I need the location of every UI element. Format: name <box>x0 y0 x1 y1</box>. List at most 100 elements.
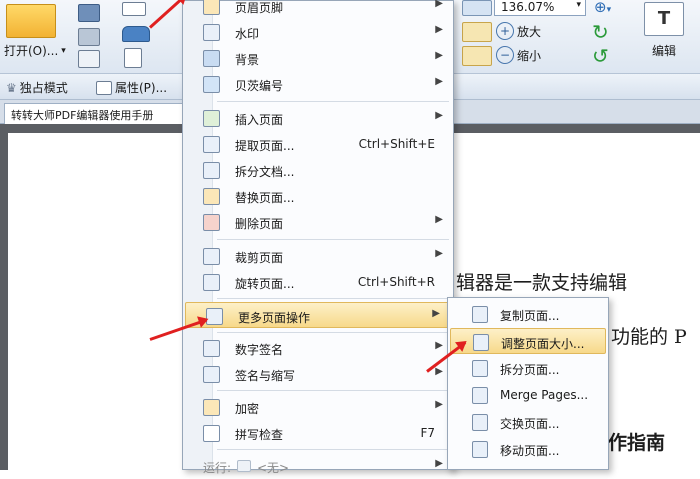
spell-check-icon <box>203 425 220 442</box>
zoom-out-label: 缩小 <box>517 48 542 63</box>
menu-item-label: 数字签名 <box>235 343 284 357</box>
email-icon[interactable] <box>122 2 146 16</box>
menu-item-watermark[interactable]: 水印 ▶ <box>183 19 453 45</box>
submenu-arrow-icon: ▶ <box>435 0 443 9</box>
resize-page-icon <box>473 334 489 351</box>
crown-icon: ♛ <box>6 80 17 95</box>
delete-page-icon <box>203 214 220 231</box>
menu-item-label: 旋转页面... <box>235 277 295 291</box>
rotate-clockwise-icon[interactable]: ↻ <box>592 20 609 44</box>
menu-item-label: 替换页面... <box>235 191 295 205</box>
zoom-out-button[interactable]: − 缩小 <box>496 46 541 64</box>
edit-label: 编辑 <box>652 44 677 58</box>
menu-item-shortcut: Ctrl+Shift+R <box>357 275 435 289</box>
menu-item-background[interactable]: 背景 ▶ <box>183 45 453 71</box>
menu-item-label: 加密 <box>235 402 260 416</box>
properties-icon <box>96 80 112 95</box>
background-icon <box>203 50 220 67</box>
submenu-arrow-icon: ▶ <box>435 458 443 469</box>
menu-item-label: 更多页面操作 <box>238 311 311 325</box>
open-button[interactable]: 打开(O)... ▾ <box>4 42 66 59</box>
menu-separator <box>217 332 449 333</box>
insert-page-icon <box>203 110 220 127</box>
more-page-ops-submenu: 复制页面... 调整页面大小... 拆分页面... Merge Pages...… <box>447 297 609 470</box>
split-page-icon <box>472 360 488 377</box>
menu-item-insert-page[interactable]: 插入页面 ▶ <box>183 105 453 131</box>
zoom-value-field[interactable]: 136.07% ▾ <box>494 0 586 16</box>
menu-item-bates-number[interactable]: 贝茨编号 ▶ <box>183 71 453 97</box>
swap-pages-icon <box>472 414 488 431</box>
rotate-counterclockwise-icon[interactable]: ↺ <box>592 44 609 68</box>
document-heading: 作指南 <box>608 432 666 454</box>
menu-item-rotate-page[interactable]: 旋转页面... Ctrl+Shift+R <box>183 269 453 295</box>
menu-item-label: 插入页面 <box>235 113 284 127</box>
menu-item-sign-initials[interactable]: 签名与缩写 ▶ <box>183 361 453 387</box>
new-document-icon[interactable] <box>78 50 100 68</box>
submenu-item-move-page[interactable]: 移动页面... <box>448 436 608 462</box>
menu-item-label: 背景 <box>235 53 260 67</box>
menu-item-label: 拆分文档... <box>235 165 295 179</box>
rotate-page-icon <box>203 274 220 291</box>
sign-initials-icon <box>203 366 220 383</box>
bates-number-icon <box>203 76 220 93</box>
extract-page-icon <box>203 136 220 153</box>
replace-page-icon <box>203 188 220 205</box>
edit-button[interactable]: 编辑 <box>652 42 676 59</box>
zoom-in-button[interactable]: + 放大 <box>496 22 541 40</box>
menu-item-header-footer[interactable]: 页眉页脚 ▶ <box>183 0 453 19</box>
submenu-arrow-icon: ▶ <box>432 308 440 319</box>
open-folder-icon[interactable] <box>6 4 56 38</box>
encrypt-icon <box>203 399 220 416</box>
menu-item-label: 运行: <box>203 461 232 475</box>
submenu-item-swap-pages[interactable]: 交换页面... <box>448 409 608 435</box>
submenu-item-split-page[interactable]: 拆分页面... <box>448 355 608 381</box>
submenu-item-merge-pages[interactable]: Merge Pages... <box>448 382 608 408</box>
menu-item-more-page-ops[interactable]: 更多页面操作 ▶ <box>185 302 451 328</box>
document-tab[interactable]: 转转大师PDF编辑器使用手册 <box>4 103 192 124</box>
menu-item-label: 页眉页脚 <box>235 1 284 15</box>
menu-item-shortcut: <无> <box>257 461 290 475</box>
digital-signature-icon <box>203 340 220 357</box>
menu-item-label: 贝茨编号 <box>235 79 284 93</box>
document-text-line: 功能的 P <box>611 326 687 348</box>
submenu-arrow-icon: ▶ <box>435 50 443 61</box>
fit-page-icon[interactable] <box>462 0 492 16</box>
exclusive-mode-button[interactable]: ♛ 独占模式 <box>6 79 68 96</box>
submenu-item-label: Merge Pages... <box>500 388 589 402</box>
submenu-item-label: 复制页面... <box>500 309 560 323</box>
scan-icon[interactable] <box>122 26 150 42</box>
properties-button[interactable]: 属性(P)... <box>96 79 167 96</box>
exclusive-mode-label: 独占模式 <box>19 81 68 95</box>
submenu-item-label: 移动页面... <box>500 444 560 458</box>
submenu-item-copy-page[interactable]: 复制页面... <box>448 301 608 327</box>
submenu-item-label: 拆分页面... <box>500 363 560 377</box>
print-icon[interactable] <box>78 28 100 46</box>
menu-item-split-document[interactable]: 拆分文档... <box>183 157 453 183</box>
edit-text-icon[interactable]: T <box>644 2 684 36</box>
menu-item-spell-check[interactable]: 拼写检查 F7 <box>183 420 453 446</box>
properties-label: 属性(P)... <box>115 81 168 95</box>
menu-item-extract-page[interactable]: 提取页面... Ctrl+Shift+E <box>183 131 453 157</box>
menu-separator <box>217 449 449 450</box>
menu-item-crop-page[interactable]: 裁剪页面 ▶ <box>183 243 453 269</box>
menu-item-delete-page[interactable]: 删除页面 ▶ <box>183 209 453 235</box>
page-icon[interactable] <box>124 48 142 68</box>
menu-separator <box>217 239 449 240</box>
menu-separator <box>217 298 449 299</box>
menu-item-replace-page[interactable]: 替换页面... <box>183 183 453 209</box>
chevron-down-icon: ▾ <box>61 45 66 56</box>
zoom-tool-icon[interactable]: ⊕▾ <box>594 0 620 16</box>
menu-item-encrypt[interactable]: 加密 ▶ <box>183 394 453 420</box>
document-text-line: 辑器是一款支持编辑 <box>456 272 628 294</box>
fit-width-icon[interactable] <box>462 22 492 42</box>
open-label: 打开(O)... <box>4 44 59 58</box>
menu-item-digital-signature[interactable]: 数字签名 ▶ <box>183 335 453 361</box>
save-icon[interactable] <box>78 4 100 22</box>
actual-size-icon[interactable] <box>462 46 492 66</box>
watermark-icon <box>203 24 220 41</box>
move-page-icon <box>472 441 488 458</box>
submenu-item-resize-page[interactable]: 调整页面大小... <box>450 328 606 354</box>
submenu-arrow-icon: ▶ <box>435 24 443 35</box>
zoom-in-label: 放大 <box>517 24 542 39</box>
menu-item-label: 拼写检查 <box>235 428 284 442</box>
